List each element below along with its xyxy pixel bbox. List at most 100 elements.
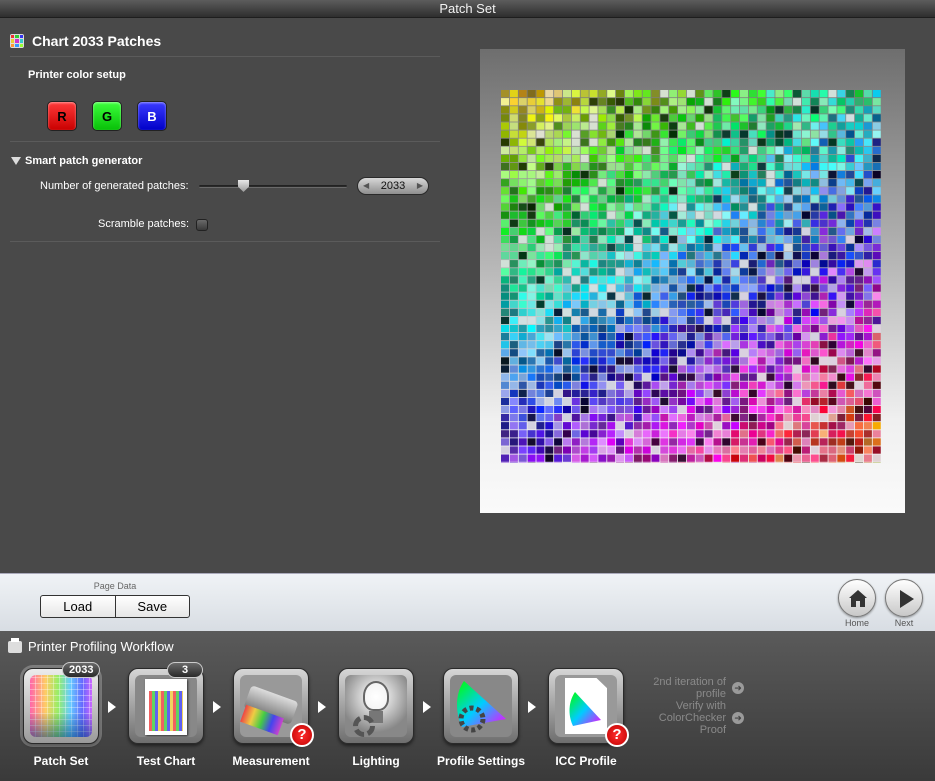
color-patch bbox=[872, 162, 881, 171]
arrow-right-icon[interactable]: ➜ bbox=[732, 712, 744, 724]
red-channel-button[interactable]: R bbox=[47, 101, 77, 131]
color-patch bbox=[810, 324, 819, 333]
color-patch bbox=[527, 276, 536, 284]
color-patch bbox=[589, 235, 598, 244]
color-patch bbox=[757, 106, 766, 114]
step-measurement[interactable]: ? bbox=[233, 668, 314, 747]
color-patch bbox=[660, 219, 669, 227]
patches-slider[interactable] bbox=[199, 185, 347, 188]
color-patch bbox=[642, 300, 651, 308]
color-patch bbox=[545, 138, 554, 146]
color-patch bbox=[678, 179, 687, 187]
color-patch bbox=[633, 405, 642, 414]
color-patch bbox=[678, 106, 687, 114]
step-lighting[interactable] bbox=[338, 668, 414, 744]
patches-stepper[interactable]: ◀ 2033 ▶ bbox=[357, 177, 429, 195]
disclosure-triangle-icon[interactable] bbox=[11, 157, 21, 165]
color-patch bbox=[801, 341, 810, 349]
color-patch bbox=[527, 243, 536, 252]
color-patch bbox=[554, 195, 563, 203]
color-patch bbox=[713, 90, 722, 98]
color-patch bbox=[678, 276, 687, 284]
color-patch bbox=[775, 211, 784, 219]
increment-icon[interactable]: ▶ bbox=[417, 178, 423, 194]
color-patch bbox=[580, 171, 589, 179]
color-patch bbox=[554, 333, 563, 341]
color-patch bbox=[624, 219, 633, 227]
color-patch bbox=[872, 268, 881, 276]
color-patch bbox=[518, 154, 527, 163]
green-channel-button[interactable]: G bbox=[92, 101, 122, 131]
patches-value[interactable]: 2033 bbox=[381, 180, 405, 192]
color-patch bbox=[624, 268, 633, 276]
color-patch bbox=[571, 187, 580, 195]
patches-slider-thumb[interactable] bbox=[238, 180, 249, 192]
app-window: Patch Set Chart 2033 Patches Printer col… bbox=[0, 0, 935, 781]
scramble-checkbox[interactable] bbox=[196, 219, 208, 231]
verify-colorchecker-link[interactable]: Verify with ColorChecker Proof bbox=[650, 700, 726, 736]
color-patch bbox=[669, 405, 678, 414]
color-patch bbox=[713, 292, 722, 300]
step-icc-profile[interactable]: ? bbox=[548, 668, 629, 747]
color-patch bbox=[607, 389, 616, 397]
color-patch bbox=[616, 90, 625, 98]
color-patch bbox=[695, 211, 704, 219]
color-patch bbox=[686, 414, 695, 422]
color-patch bbox=[872, 138, 881, 146]
color-patch bbox=[801, 414, 810, 422]
color-patch bbox=[819, 349, 828, 357]
color-patch bbox=[554, 365, 563, 373]
color-patch bbox=[509, 316, 518, 325]
color-patch bbox=[509, 389, 518, 397]
color-patch bbox=[872, 454, 881, 462]
color-patch bbox=[607, 195, 616, 203]
color-patch bbox=[748, 106, 757, 114]
next-button[interactable] bbox=[885, 579, 923, 617]
color-patch bbox=[695, 324, 704, 333]
color-patch bbox=[846, 98, 855, 106]
color-patch bbox=[607, 114, 616, 122]
color-patch bbox=[607, 430, 616, 438]
color-patch bbox=[731, 422, 740, 430]
color-patch bbox=[801, 211, 810, 219]
chevron-right-icon bbox=[318, 701, 326, 713]
color-patch bbox=[580, 114, 589, 122]
color-patch bbox=[624, 179, 633, 187]
color-patch bbox=[642, 349, 651, 357]
color-patch bbox=[669, 260, 678, 268]
color-patch bbox=[562, 308, 571, 316]
color-patch bbox=[509, 373, 518, 381]
color-patch bbox=[678, 430, 687, 438]
color-patch bbox=[810, 187, 819, 195]
step-test-chart[interactable]: 3 bbox=[128, 662, 204, 744]
color-patch bbox=[607, 243, 616, 252]
step-profile-settings[interactable] bbox=[443, 668, 519, 744]
second-iteration-link[interactable]: 2nd iteration of profile bbox=[650, 676, 726, 700]
color-patch bbox=[501, 130, 510, 138]
color-patch bbox=[589, 341, 598, 349]
color-patch bbox=[554, 414, 563, 422]
color-patch bbox=[739, 373, 748, 381]
save-button[interactable]: Save bbox=[114, 596, 190, 617]
decrement-icon[interactable]: ◀ bbox=[363, 178, 369, 194]
color-patch bbox=[509, 187, 518, 195]
color-patch bbox=[793, 405, 802, 414]
color-patch bbox=[545, 211, 554, 219]
color-patch bbox=[562, 300, 571, 308]
load-button[interactable]: Load bbox=[41, 596, 115, 617]
blue-channel-button[interactable]: B bbox=[137, 101, 167, 131]
step-patch-set[interactable]: 2033 bbox=[23, 662, 101, 744]
color-patch bbox=[713, 414, 722, 422]
arrow-right-icon[interactable]: ➜ bbox=[732, 682, 744, 694]
color-patch bbox=[793, 300, 802, 308]
color-patch bbox=[828, 122, 837, 130]
color-patch bbox=[545, 373, 554, 381]
home-button[interactable] bbox=[838, 579, 876, 617]
color-patch bbox=[527, 397, 536, 406]
color-patch bbox=[713, 349, 722, 357]
color-patch bbox=[571, 308, 580, 316]
color-patch bbox=[589, 138, 598, 146]
color-patch bbox=[704, 430, 713, 438]
color-patch bbox=[518, 373, 527, 381]
color-patch bbox=[571, 316, 580, 325]
